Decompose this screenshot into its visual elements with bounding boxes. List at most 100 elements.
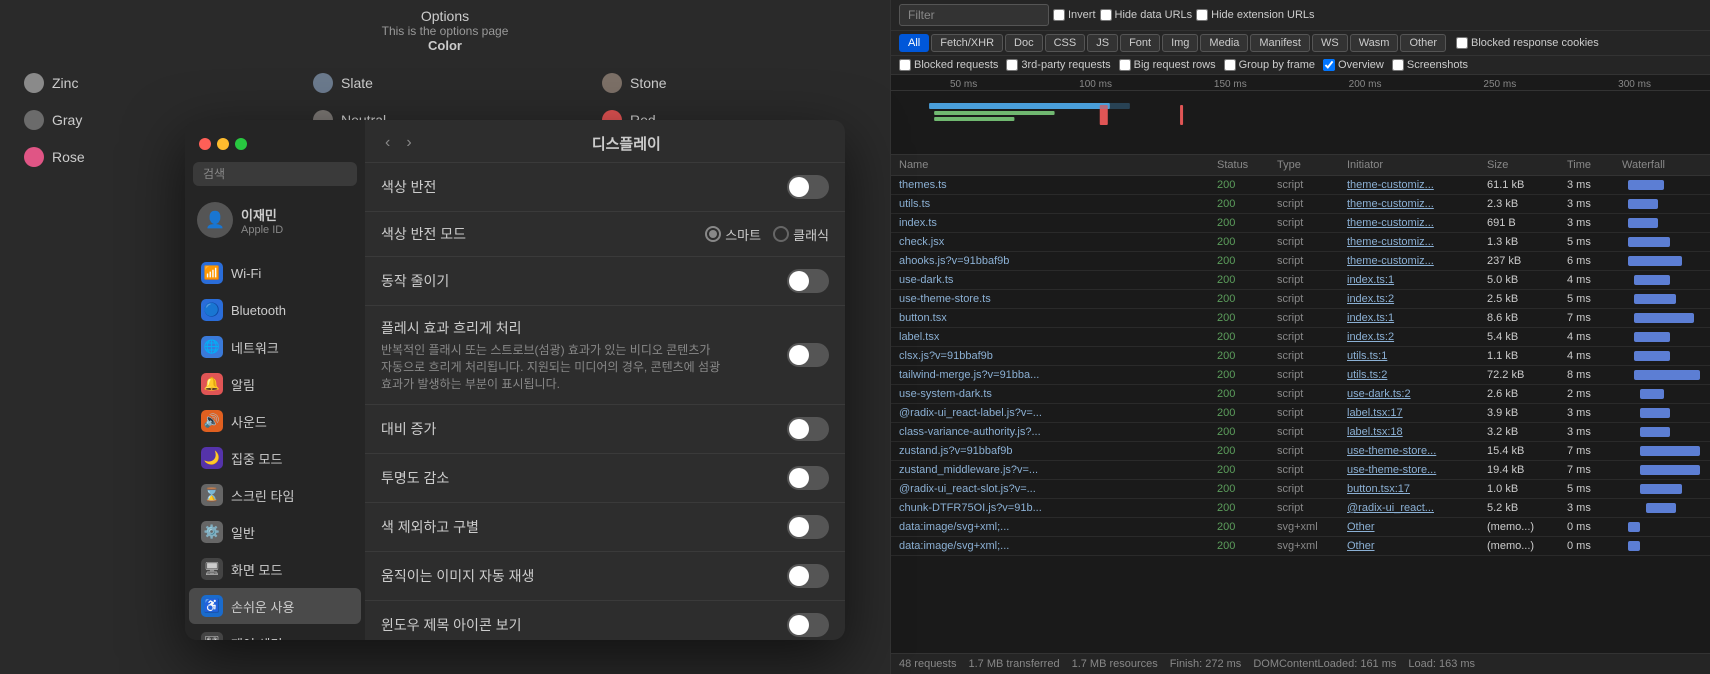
toggle-색상-반전[interactable] — [787, 175, 829, 199]
toggle-색-제외하고-구별[interactable] — [787, 515, 829, 539]
toggle-윈도우-제목-아이콘-보기[interactable] — [787, 613, 829, 637]
cell-initiator: Other — [1347, 540, 1487, 552]
header-name[interactable]: Name — [899, 159, 1217, 171]
sidebar-nav-사운드[interactable]: 🔊사운드 — [189, 403, 361, 439]
network-table-header: NameStatusTypeInitiatorSizeTimeWaterfall — [891, 155, 1710, 176]
invert-checkbox-label[interactable]: Invert — [1053, 9, 1096, 21]
toggle-투명도-감소[interactable] — [787, 466, 829, 490]
filter-checkbox-screenshots[interactable]: Screenshots — [1392, 59, 1468, 71]
filter-checkbox-big-request-rows[interactable]: Big request rows — [1119, 59, 1216, 71]
filter-tab-doc[interactable]: Doc — [1005, 34, 1043, 52]
sidebar-nav-제어-센터[interactable]: 🎛제어 센터 — [189, 625, 361, 640]
checkbox[interactable] — [1006, 59, 1018, 71]
devtools-filter-input[interactable] — [899, 4, 1049, 26]
invert-checkbox[interactable] — [1053, 9, 1065, 21]
header-status[interactable]: Status — [1217, 159, 1277, 171]
filter-tab-js[interactable]: JS — [1087, 34, 1118, 52]
sidebar-nav-화면-모드[interactable]: 🖥화면 모드 — [189, 551, 361, 587]
filter-tab-ws[interactable]: WS — [1312, 34, 1348, 52]
sidebar-nav-알림[interactable]: 🔔알림 — [189, 366, 361, 402]
filter-tab-wasm[interactable]: Wasm — [1350, 34, 1399, 52]
table-row[interactable]: zustand_middleware.js?v=...200scriptuse-… — [891, 461, 1710, 480]
filter-tab-css[interactable]: CSS — [1045, 34, 1086, 52]
table-row[interactable]: tailwind-merge.js?v=91bba...200scriptuti… — [891, 366, 1710, 385]
hide-data-urls-checkbox[interactable] — [1100, 9, 1112, 21]
color-item-slate[interactable]: Slate — [301, 65, 589, 101]
checkbox[interactable] — [899, 59, 911, 71]
forward-button[interactable]: › — [402, 132, 415, 154]
sidebar-nav-네트워크[interactable]: 🌐네트워크 — [189, 329, 361, 365]
sidebar-nav-손쉬운-사용[interactable]: ♿손쉬운 사용 — [189, 588, 361, 624]
toggle-대비-증가[interactable] — [787, 417, 829, 441]
sidebar-nav-스크린-타임[interactable]: ⌛스크린 타임 — [189, 477, 361, 513]
close-button[interactable] — [199, 138, 211, 150]
filter-tab-all[interactable]: All — [899, 34, 929, 52]
table-row[interactable]: clsx.js?v=91bbaf9b200scriptutils.ts:11.1… — [891, 347, 1710, 366]
sidebar-nav-Bluetooth[interactable]: 🔵Bluetooth — [189, 292, 361, 328]
header-time[interactable]: Time — [1567, 159, 1622, 171]
hide-extension-urls-text: Hide extension URLs — [1211, 9, 1314, 21]
radio-option-클래식[interactable]: 클래식 — [773, 225, 829, 244]
table-row[interactable]: index.ts200scripttheme-customiz...691 B3… — [891, 214, 1710, 233]
minimize-button[interactable] — [217, 138, 229, 150]
hide-data-urls-label[interactable]: Hide data URLs — [1100, 9, 1193, 21]
cell-initiator: theme-customiz... — [1347, 217, 1487, 229]
table-row[interactable]: data:image/svg+xml;...200svg+xmlOther(me… — [891, 518, 1710, 537]
cell-name: ahooks.js?v=91bbaf9b — [899, 255, 1217, 267]
table-row[interactable]: themes.ts200scripttheme-customiz...61.1 … — [891, 176, 1710, 195]
search-input[interactable] — [193, 162, 357, 186]
filter-tab-media[interactable]: Media — [1200, 34, 1248, 52]
filter-checkbox-group-by-frame[interactable]: Group by frame — [1224, 59, 1315, 71]
table-row[interactable]: zustand.js?v=91bbaf9b200scriptuse-theme-… — [891, 442, 1710, 461]
table-row[interactable]: @radix-ui_react-slot.js?v=...200scriptbu… — [891, 480, 1710, 499]
filter-tab-other[interactable]: Other — [1400, 34, 1446, 52]
table-row[interactable]: chunk-DTFR75OI.js?v=91b...200script@radi… — [891, 499, 1710, 518]
filter-tab-manifest[interactable]: Manifest — [1250, 34, 1310, 52]
maximize-button[interactable] — [235, 138, 247, 150]
cell-initiator: use-dark.ts:2 — [1347, 388, 1487, 400]
checkbox[interactable] — [1224, 59, 1236, 71]
table-row[interactable]: check.jsx200scripttheme-customiz...1.3 k… — [891, 233, 1710, 252]
sidebar-nav-Wi-Fi[interactable]: 📶Wi-Fi — [189, 255, 361, 291]
header-type[interactable]: Type — [1277, 159, 1347, 171]
color-item-zinc[interactable]: Zinc — [12, 65, 300, 101]
filter-checkbox-blocked-requests[interactable]: Blocked requests — [899, 59, 998, 71]
filter-tab-img[interactable]: Img — [1162, 34, 1198, 52]
filter-tab-font[interactable]: Font — [1120, 34, 1160, 52]
toggle-움직이는-이미지-자동-재생[interactable] — [787, 564, 829, 588]
blocked-response-checkbox[interactable] — [1456, 37, 1468, 49]
table-row[interactable]: button.tsx200scriptindex.ts:18.6 kB7 ms — [891, 309, 1710, 328]
hide-extension-urls-checkbox[interactable] — [1196, 9, 1208, 21]
table-row[interactable]: label.tsx200scriptindex.ts:25.4 kB4 ms — [891, 328, 1710, 347]
table-row[interactable]: data:image/svg+xml;...200svg+xmlOther(me… — [891, 537, 1710, 556]
nav-icon: 🔔 — [201, 373, 223, 395]
header-waterfall[interactable]: Waterfall — [1622, 159, 1702, 171]
table-row[interactable]: use-system-dark.ts200scriptuse-dark.ts:2… — [891, 385, 1710, 404]
filter-checkbox-overview[interactable]: Overview — [1323, 59, 1384, 71]
table-row[interactable]: ahooks.js?v=91bbaf9b200scripttheme-custo… — [891, 252, 1710, 271]
radio-option-스마트[interactable]: 스마트 — [705, 225, 761, 244]
filter-checkbox-3rd-party-requests[interactable]: 3rd-party requests — [1006, 59, 1110, 71]
table-row[interactable]: use-theme-store.ts200scriptindex.ts:22.5… — [891, 290, 1710, 309]
table-row[interactable]: class-variance-authority.js?...200script… — [891, 423, 1710, 442]
blocked-response-label[interactable]: Blocked response cookies — [1456, 34, 1599, 52]
header-initiator[interactable]: Initiator — [1347, 159, 1487, 171]
modal-search[interactable] — [193, 162, 357, 186]
sidebar-nav-집중-모드[interactable]: 🌙집중 모드 — [189, 440, 361, 476]
table-row[interactable]: utils.ts200scripttheme-customiz...2.3 kB… — [891, 195, 1710, 214]
sidebar-nav-일반[interactable]: ⚙️일반 — [189, 514, 361, 550]
toggle-플레시-효과-흐리게-처리[interactable] — [787, 343, 829, 367]
header-size[interactable]: Size — [1487, 159, 1567, 171]
table-row[interactable]: use-dark.ts200scriptindex.ts:15.0 kB4 ms — [891, 271, 1710, 290]
hide-extension-urls-label[interactable]: Hide extension URLs — [1196, 9, 1314, 21]
color-item-stone[interactable]: Stone — [590, 65, 878, 101]
toggle-동작-줄이기[interactable] — [787, 269, 829, 293]
back-button[interactable]: ‹ — [381, 132, 394, 154]
nav-label: 화면 모드 — [231, 560, 282, 579]
checkbox[interactable] — [1119, 59, 1131, 71]
table-row[interactable]: @radix-ui_react-label.js?v=...200scriptl… — [891, 404, 1710, 423]
checkbox[interactable] — [1323, 59, 1335, 71]
filter-tab-fetch/xhr[interactable]: Fetch/XHR — [931, 34, 1003, 52]
cell-size: 5.0 kB — [1487, 274, 1567, 286]
checkbox[interactable] — [1392, 59, 1404, 71]
